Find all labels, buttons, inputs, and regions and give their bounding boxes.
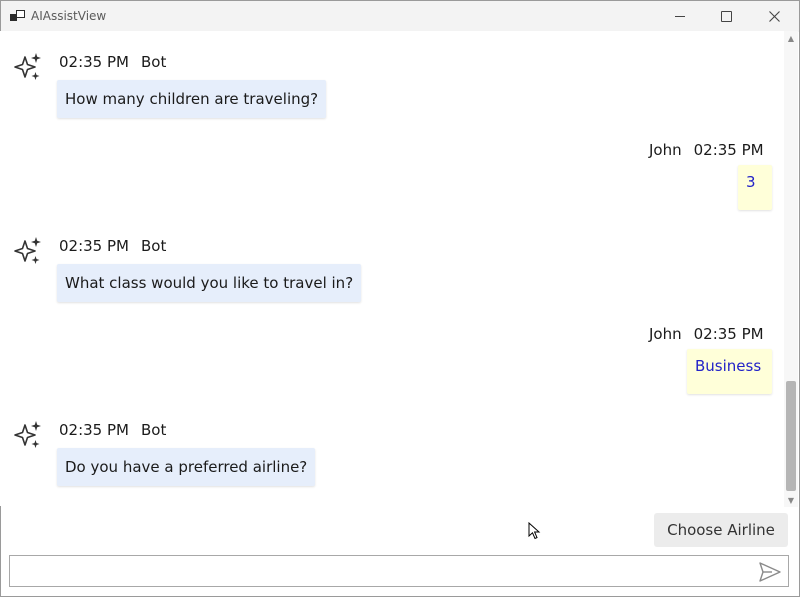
message-time: 02:35 PM [59,237,129,255]
bot-message-bubble: Do you have a preferred airline? [57,448,316,486]
message-meta: 02:35 PM Bot [59,421,166,439]
sparkle-icon [14,237,41,264]
message-author: Bot [140,53,167,71]
bot-message-bubble: How many children are traveling? [57,80,327,118]
message-meta: 02:35 PM Bot [59,53,166,71]
scroll-down-arrow-icon[interactable]: ▼ [784,493,798,507]
scroll-up-arrow-icon[interactable]: ▲ [784,31,798,45]
message-time: 02:35 PM [693,141,764,159]
app-icon [10,10,25,22]
sparkle-icon [14,421,41,448]
message-time: 02:35 PM [59,53,129,71]
bot-message-bubble: What class would you like to travel in? [57,264,362,302]
message-time: 02:35 PM [693,325,764,343]
message-input[interactable] [9,555,789,587]
close-button[interactable] [751,1,797,32]
scrollbar-thumb[interactable] [786,381,796,491]
user-message-bubble: Business [687,349,772,394]
suggestion-choose-airline-button[interactable]: Choose Airline [654,513,788,547]
sparkle-icon [14,53,41,80]
message-meta: John 02:35 PM [649,141,764,159]
message-author: John [649,325,682,343]
minimize-icon [675,16,685,17]
message-meta: 02:35 PM Bot [59,237,166,255]
maximize-icon [720,11,732,22]
close-icon [768,11,780,22]
title-bar: AIAssistView [1,1,799,32]
message-meta: John 02:35 PM [649,325,764,343]
message-author: Bot [140,237,167,255]
message-time: 02:35 PM [59,421,129,439]
message-author: John [649,141,682,159]
message-author: Bot [140,421,167,439]
window-title: AIAssistView [31,9,107,23]
send-icon[interactable] [758,561,782,583]
maximize-button[interactable] [703,1,749,32]
chat-history: 02:35 PM Bot How many children are travel… [0,31,784,506]
vertical-scrollbar[interactable]: ▲ ▼ [784,31,798,507]
mouse-cursor-icon [528,522,541,540]
minimize-button[interactable] [657,1,703,32]
user-message-bubble: 3 [738,165,772,210]
